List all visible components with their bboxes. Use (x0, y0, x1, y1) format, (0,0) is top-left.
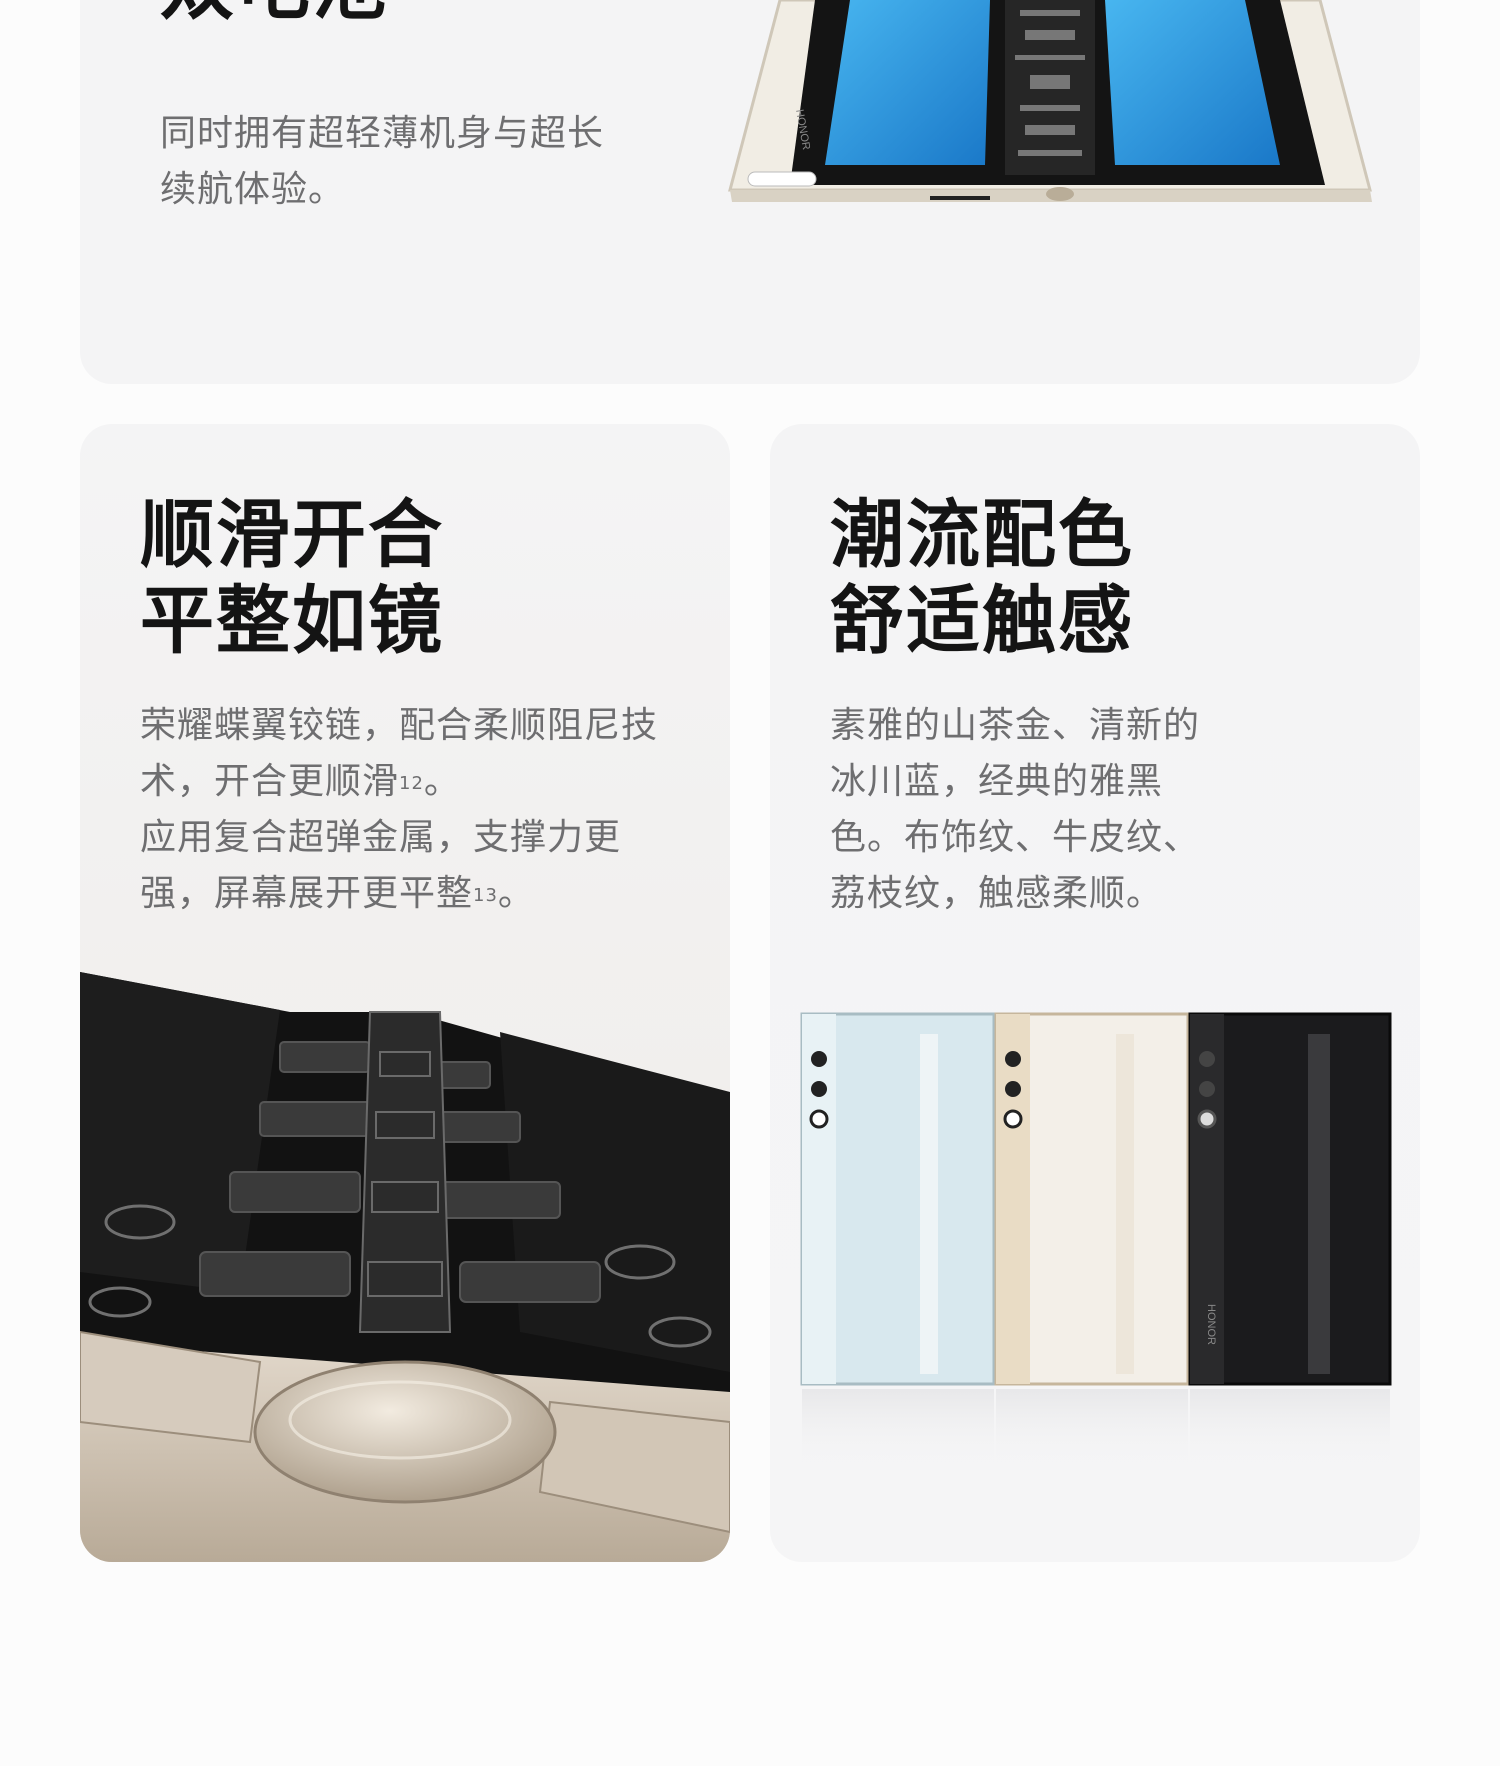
colors-title: 潮流配色 舒适触感 (830, 492, 1134, 664)
phone-elegant-black: HONOR (1188, 1012, 1392, 1469)
hinge-description-line1: 荣耀蝶翼铰链，配合柔顺阻尼技术，开合更顺滑12。 (140, 705, 659, 802)
phone-glacier-blue (800, 1012, 996, 1469)
battery-footnote-ref: 10 (390, 0, 437, 3)
battery-teardown-image: HONOR (728, 0, 1372, 202)
colors-feature-card: 潮流配色 舒适触感 素雅的山茶金、清新的冰川蓝，经典的雅黑色。布饰纹、牛皮纹、荔… (770, 424, 1420, 1562)
hinge-description: 荣耀蝶翼铰链，配合柔顺阻尼技术，开合更顺滑12。 应用复合超弹金属，支撑力更强，… (140, 698, 680, 922)
battery-feature-card: 双电池10 同时拥有超轻薄机身与超长续航体验。 HONOR (80, 0, 1420, 384)
hinge-footnote-ref-13: 13 (473, 885, 498, 906)
hinge-feature-card: 顺滑开合 平整如镜 荣耀蝶翼铰链，配合柔顺阻尼技术，开合更顺滑12。 应用复合超… (80, 424, 730, 1562)
battery-title: 双电池10 (160, 0, 437, 30)
colors-description: 素雅的山茶金、清新的冰川蓝，经典的雅黑色。布饰纹、牛皮纹、荔枝纹，触感柔顺。 (830, 705, 1201, 914)
phone-camellia-gold (994, 1012, 1190, 1469)
hinge-footnote-ref-12: 12 (399, 773, 424, 794)
hinge-description-line2: 应用复合超弹金属，支撑力更强，屏幕展开更平整13。 (140, 817, 622, 914)
hinge-closeup-image (80, 972, 730, 1562)
color-variants-image: HONOR (800, 1012, 1392, 1469)
hinge-title: 顺滑开合 平整如镜 (140, 492, 444, 664)
black-phone-brand: HONOR (1205, 1304, 1217, 1345)
battery-description: 同时拥有超轻薄机身与超长续航体验。 (160, 113, 605, 210)
